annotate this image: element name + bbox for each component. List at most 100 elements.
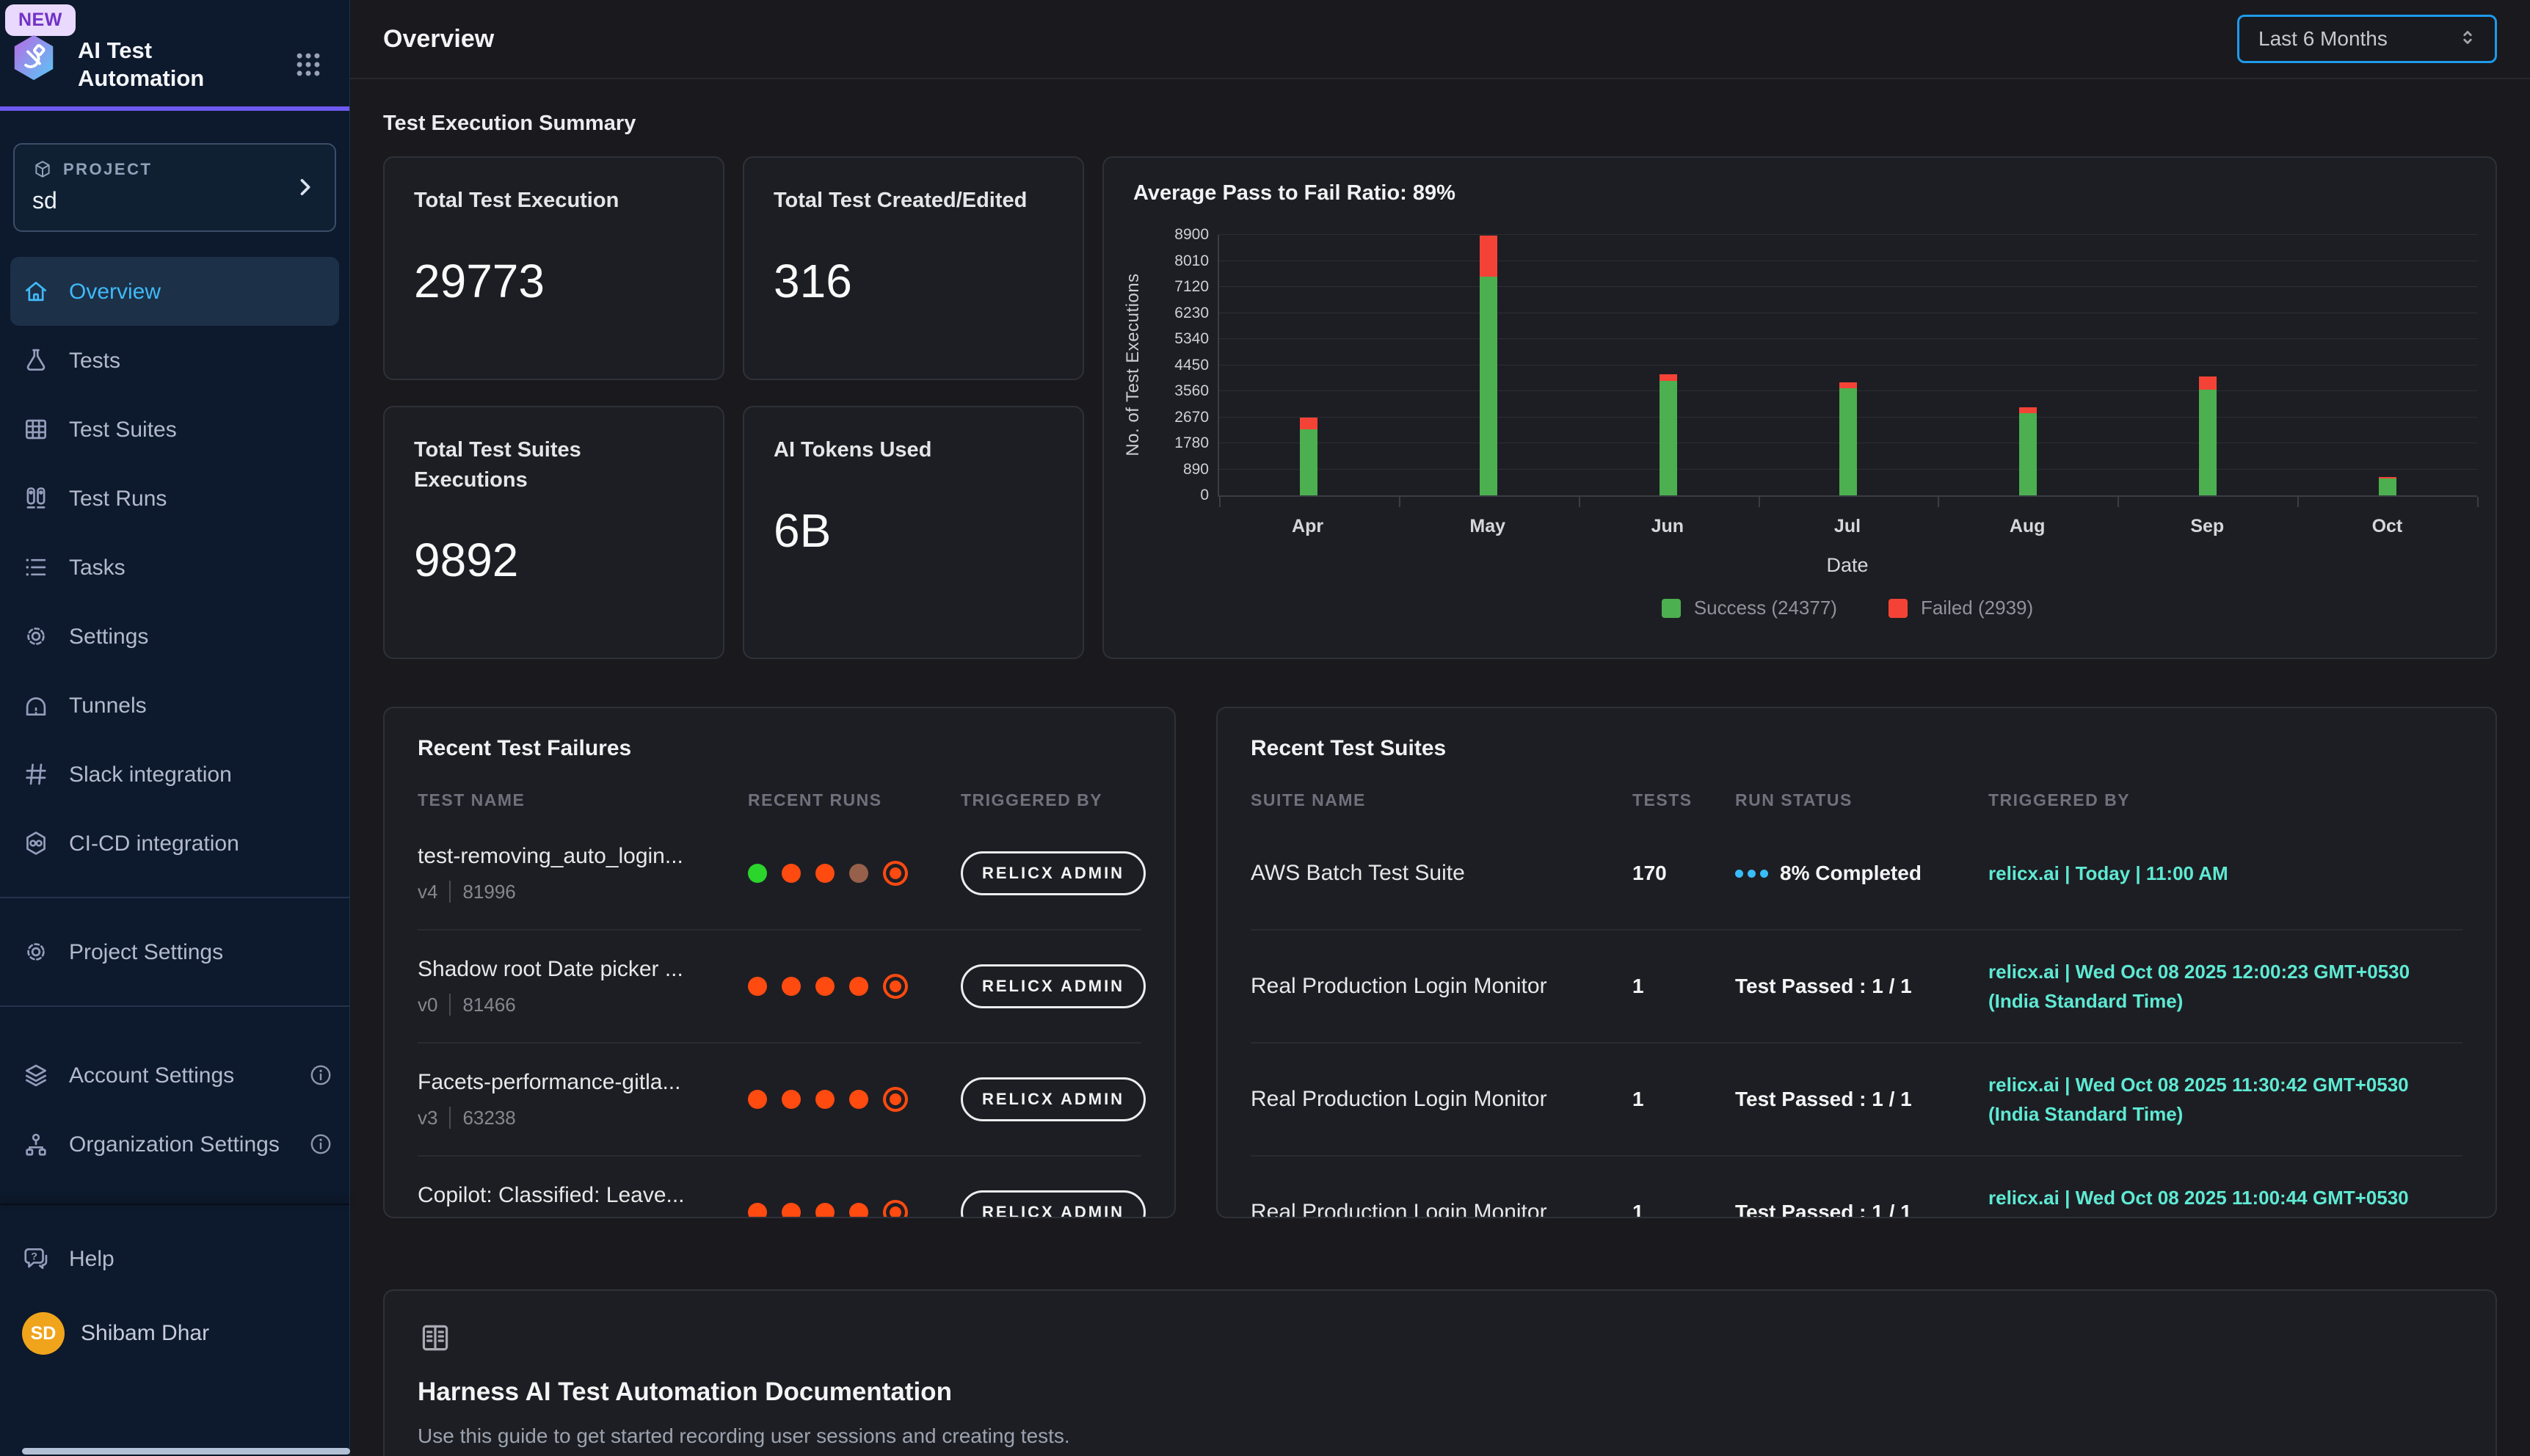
run-status-dot-failed[interactable] (890, 1206, 901, 1218)
bar-oct[interactable] (2379, 477, 2396, 495)
run-status-dot-failed[interactable] (782, 1203, 801, 1218)
bar-jul[interactable] (1839, 382, 1857, 495)
x-tick-label: Oct (2297, 516, 2477, 537)
bar-jun[interactable] (1660, 374, 1677, 495)
test-name: Copilot: Classified: Leave... (418, 1183, 741, 1208)
run-status-dot-failed[interactable] (849, 977, 868, 996)
triggered-by-button[interactable]: RELICX ADMIN (961, 1077, 1146, 1121)
run-status-dot-failed[interactable] (849, 1203, 868, 1218)
user-name: Shibam Dhar (81, 1321, 209, 1346)
bar-may[interactable] (1480, 236, 1497, 495)
run-status-dot-failed[interactable] (849, 1090, 868, 1109)
app-switcher-icon[interactable] (292, 48, 324, 81)
suite-row[interactable]: Real Production Login Monitor1Test Passe… (1251, 929, 2462, 1042)
run-status-text: 8% Completed (1780, 862, 1922, 885)
stat-value: 29773 (414, 254, 694, 308)
column-header: TRIGGERED BY (961, 790, 1141, 810)
run-status-dot-failed[interactable] (890, 867, 901, 879)
run-status-dot-failed[interactable] (782, 864, 801, 883)
new-badge: NEW (5, 4, 76, 36)
user-profile[interactable]: SD Shibam Dhar (0, 1302, 349, 1365)
bar-apr[interactable] (1300, 418, 1317, 495)
run-status-dot-failed[interactable] (890, 1093, 901, 1105)
triggered-by-link[interactable]: relicx.ai | Today | 11:00 AM (1988, 859, 2462, 888)
failure-row[interactable]: Facets-performance-gitla...v363238RELICX… (418, 1042, 1141, 1155)
sidebar-item-tests[interactable]: Tests (0, 326, 349, 395)
run-status-dot-failed[interactable] (748, 1090, 767, 1109)
stat-label: Total Test Execution (414, 186, 694, 216)
run-status-dot-failed[interactable] (815, 977, 835, 996)
sidebar-item-label: Test Suites (69, 413, 333, 446)
app-logo-icon (8, 33, 59, 87)
bar-aug[interactable] (2019, 407, 2037, 495)
app-root: NEW AI Test Automation (0, 0, 2530, 1456)
date-range-select[interactable]: Last 6 Months (2237, 15, 2497, 63)
suite-tests-count: 1 (1632, 1088, 1735, 1111)
stat-label: Total Test Suites Executions (414, 435, 694, 495)
tasks-icon (22, 553, 50, 581)
project-selector[interactable]: PROJECT sd (13, 143, 336, 232)
sidebar-header: NEW AI Test Automation (0, 0, 349, 111)
sidebar-item-settings[interactable]: Settings (0, 602, 349, 671)
docs-description: Use this guide to get started recording … (418, 1424, 2462, 1448)
bar-sep[interactable] (2199, 376, 2217, 495)
sidebar-item-slack-integration[interactable]: Slack integration (0, 740, 349, 809)
legend-swatch (1889, 599, 1908, 618)
sidebar-item-overview[interactable]: Overview (10, 257, 339, 326)
chevron-up-down-icon (2457, 26, 2479, 51)
run-status-dot-failed[interactable] (815, 1090, 835, 1109)
horizontal-scrollbar-thumb[interactable] (22, 1448, 350, 1455)
run-status-dot-failed[interactable] (890, 980, 901, 992)
sidebar: NEW AI Test Automation (0, 0, 350, 1456)
suite-row[interactable]: Real Production Login Monitor1Test Passe… (1251, 1042, 2462, 1155)
sidebar-item-tasks[interactable]: Tasks (0, 533, 349, 602)
legend-item-failed: Failed (2939) (1889, 597, 2033, 619)
sidebar-item-ci-cd-integration[interactable]: CI-CD integration (0, 809, 349, 878)
progress-dots-icon (1735, 870, 1768, 878)
triggered-by-button[interactable]: RELICX ADMIN (961, 851, 1146, 895)
info-icon[interactable] (308, 1063, 333, 1088)
column-header: TRIGGERED BY (1988, 790, 2462, 810)
chart-column-oct (2297, 235, 2477, 495)
run-status-dot-passed[interactable] (748, 864, 767, 883)
test-version-id: v081466 (418, 994, 748, 1016)
suite-row[interactable]: AWS Batch Test Suite1708% Completedrelic… (1251, 818, 2462, 929)
test-version-id: v481996 (418, 881, 748, 903)
sidebar-item-project-settings[interactable]: Project Settings (0, 917, 349, 986)
sidebar-item-tunnels[interactable]: Tunnels (0, 671, 349, 740)
app-title: AI Test Automation (78, 37, 254, 92)
failure-row[interactable]: test-removing_auto_login...v481996RELICX… (418, 818, 1141, 929)
sidebar-item-help[interactable]: ?Help (0, 1224, 349, 1293)
triggered-by-link[interactable]: relicx.ai | Wed Oct 08 2025 12:00:23 GMT… (1988, 957, 2462, 1016)
stat-label: AI Tokens Used (774, 435, 1053, 465)
triggered-by-button[interactable]: RELICX ADMIN (961, 1190, 1146, 1218)
sidebar-item-test-runs[interactable]: Test Runs (0, 464, 349, 533)
failure-row[interactable]: Copilot: Classified: Leave...v663129RELI… (418, 1155, 1141, 1218)
triggered-by-link[interactable]: relicx.ai | Wed Oct 08 2025 11:30:42 GMT… (1988, 1070, 2462, 1129)
run-status-dot-failed[interactable] (782, 977, 801, 996)
run-status-dot-failed[interactable] (815, 1203, 835, 1218)
run-status: Test Passed : 1 / 1 (1735, 975, 1988, 998)
info-icon[interactable] (308, 1132, 333, 1157)
sidebar-item-test-suites[interactable]: Test Suites (0, 395, 349, 464)
failure-row[interactable]: Shadow root Date picker ...v081466RELICX… (418, 929, 1141, 1042)
run-status-dot-failed[interactable] (748, 1203, 767, 1218)
run-status-dot-aborted[interactable] (849, 864, 868, 883)
run-status-dot-failed[interactable] (782, 1090, 801, 1109)
sidebar-nav-help: ?Help (0, 1224, 349, 1293)
book-icon (418, 1320, 453, 1355)
sidebar-item-organization-settings[interactable]: Organization Settings (0, 1110, 349, 1179)
triggered-by-button[interactable]: RELICX ADMIN (961, 964, 1146, 1008)
summary-grid: Total Test Execution 29773 Total Test Cr… (383, 156, 2497, 659)
sidebar-item-label: Settings (69, 620, 333, 653)
cicd-icon (22, 829, 50, 857)
y-tick-label: 6230 (1174, 305, 1209, 322)
section-title-test-execution-summary: Test Execution Summary (383, 112, 2497, 136)
run-status-text: Test Passed : 1 / 1 (1735, 1088, 1912, 1111)
run-status-dot-failed[interactable] (748, 977, 767, 996)
triggered-by-link[interactable]: relicx.ai | Wed Oct 08 2025 11:00:44 GMT… (1988, 1183, 2462, 1218)
run-status-dot-failed[interactable] (815, 864, 835, 883)
avatar: SD (22, 1312, 65, 1355)
sidebar-item-account-settings[interactable]: Account Settings (0, 1041, 349, 1110)
suite-row[interactable]: Real Production Login Monitor1Test Passe… (1251, 1155, 2462, 1218)
